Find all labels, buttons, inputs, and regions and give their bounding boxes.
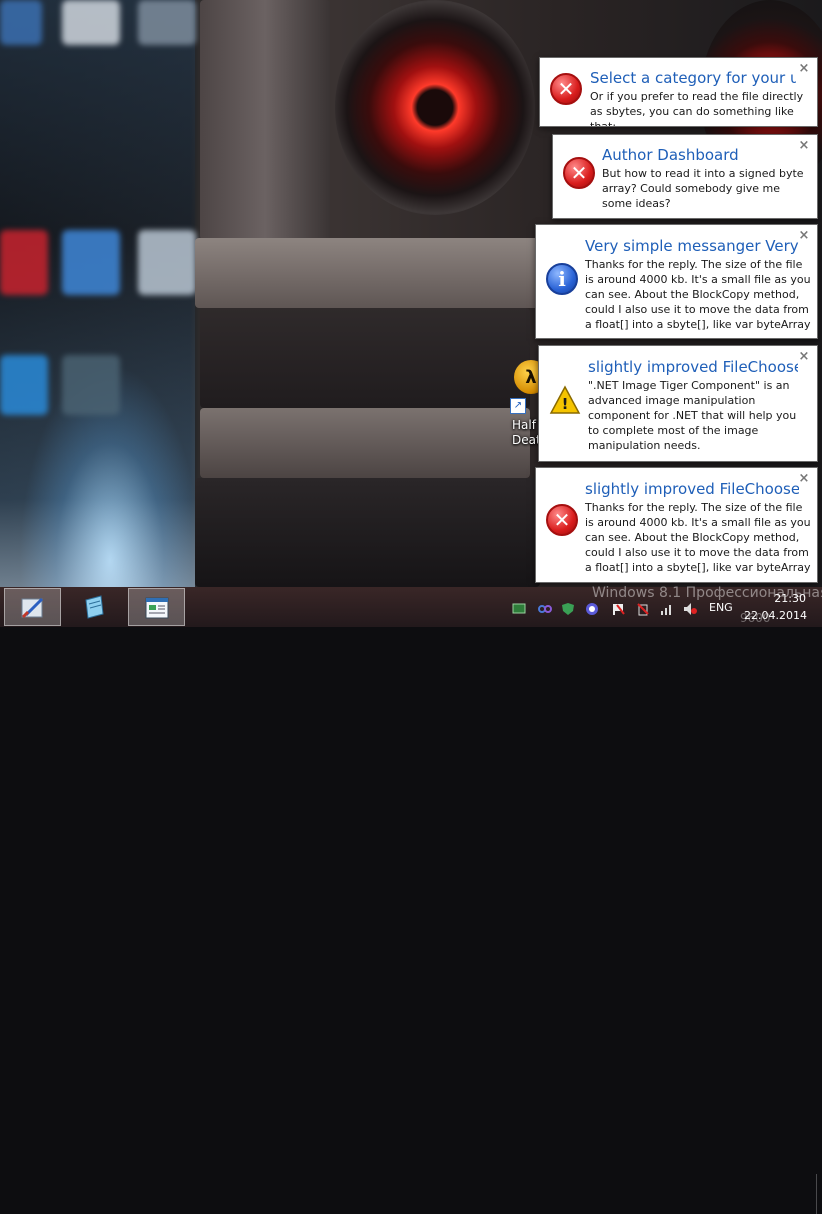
blurred-app-tile [0,0,42,45]
link-tray-icon[interactable] [538,601,552,615]
error-icon: ✕ [546,504,578,536]
taskbar-app-window[interactable] [128,588,185,626]
warning-glyph: ! [561,395,569,413]
blurred-app-tile [62,355,120,415]
blurred-app-tile [0,355,48,415]
toast-title: slightly improved FileChooser [585,480,799,498]
toast-body: Thanks for the reply. The size of the fi… [585,258,811,331]
toast-body: ".NET Image Tiger Component" is an advan… [588,379,797,452]
notification-toast[interactable]: ! slightly improved FileChooser ".NET Im… [538,345,818,462]
wallpaper-panel [200,308,530,408]
notification-toast[interactable]: ✕ Select a category for your upl... Or i… [539,57,818,127]
toast-title: Author Dashboard [602,146,739,164]
wallpaper-panel [195,478,540,587]
toast-body: But how to read it into a signed byte ar… [602,167,804,210]
notification-toast[interactable]: i Very simple messanger Very si... Thank… [535,224,818,339]
shortcut-arrow-icon: ↗ [510,398,526,414]
wallpaper-panel [200,408,530,478]
warning-icon: ! [549,384,581,416]
power-tray-icon[interactable] [636,601,650,616]
blurred-app-tile [62,230,120,295]
info-icon: i [546,263,578,295]
toast-title: Very simple messanger Very si... [585,237,799,255]
show-desktop-button[interactable] [816,1174,822,1214]
wallpaper-red-lens [335,0,535,215]
blurred-app-tile [0,230,48,295]
close-icon[interactable]: × [797,62,811,76]
toast-body: Thanks for the reply. The size of the fi… [585,501,811,574]
notification-toast[interactable]: ✕ slightly improved FileChooser Thanks f… [535,467,818,583]
toast-body: Or if you prefer to read the file direct… [590,90,804,127]
error-icon: ✕ [563,157,595,189]
blurred-app-tile [138,0,196,45]
monitor-tray-icon[interactable] [512,601,526,615]
clock-time: 21:30 [774,592,806,605]
shield-tray-icon[interactable] [561,601,575,615]
close-icon[interactable]: × [797,472,811,486]
toast-title: Select a category for your upl... [590,69,796,87]
close-icon[interactable]: × [797,229,811,243]
window-icon [144,595,170,621]
browser-tray-icon[interactable] [585,601,599,615]
flag-tray-icon[interactable] [612,601,626,615]
taskbar-app-paint[interactable] [4,588,61,626]
language-indicator[interactable]: ENG [709,601,733,614]
wallpaper-panel [200,0,330,240]
error-icon: ✕ [550,73,582,105]
close-icon[interactable]: × [797,139,811,153]
notepad-icon [81,594,107,620]
volume-muted-tray-icon[interactable] [683,601,697,615]
close-icon[interactable]: × [797,350,811,364]
clock-date: 22.04.2014 [744,609,807,622]
toast-title: slightly improved FileChooser [588,358,798,376]
blurred-app-tile [62,0,120,45]
wallpaper-panel [195,238,540,308]
notification-toast[interactable]: ✕ Author Dashboard But how to read it in… [552,134,818,219]
signal-tray-icon[interactable] [660,601,674,615]
blurred-app-tile [138,230,196,295]
taskbar-clock[interactable]: 21:30 22.04.2014 [744,590,807,624]
paint-icon [20,595,46,621]
taskbar-app-notepad[interactable] [66,588,123,626]
